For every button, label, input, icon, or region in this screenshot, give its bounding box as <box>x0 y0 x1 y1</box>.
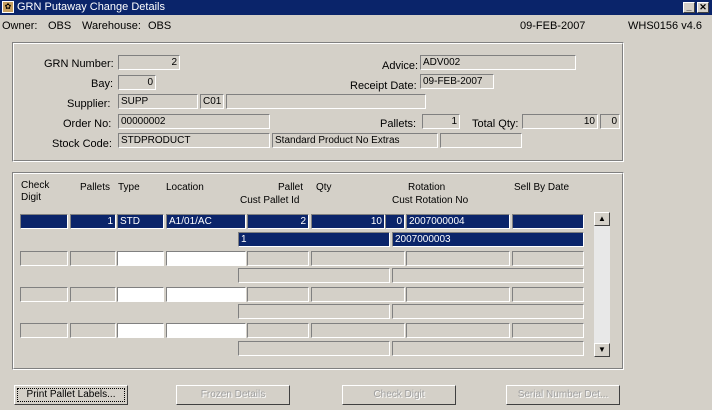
col-header-check-digit: Check Digit <box>21 180 50 203</box>
current-date: 09-FEB-2007 <box>520 20 586 32</box>
row1-qty[interactable]: 10 <box>311 214 385 229</box>
total-qty-field[interactable]: 10 <box>522 114 598 129</box>
receipt-date-label: Receipt Date: <box>350 80 417 92</box>
col-header-pallets: Pallets <box>80 182 111 193</box>
row3-cust-pallet[interactable] <box>238 304 390 319</box>
row1-cust-rotation[interactable]: 2007000003 <box>392 232 584 247</box>
warehouse-value: OBS <box>148 20 172 32</box>
bay-field[interactable]: 0 <box>118 75 156 90</box>
row3-cust-rotation[interactable] <box>392 304 584 319</box>
col-header-cust-rotation: Cust Rotation No <box>392 195 469 206</box>
row4-qty[interactable] <box>311 323 405 338</box>
pallets-field[interactable]: 1 <box>422 114 460 129</box>
stock-desc-field[interactable]: Standard Product No Extras <box>272 133 438 148</box>
col-header-location: Location <box>166 182 204 193</box>
col-header-sell-by: Sell By Date <box>514 182 570 193</box>
warehouse-label: Warehouse: <box>82 20 141 32</box>
bay-label: Bay: <box>91 78 114 90</box>
scroll-down-icon[interactable]: ▼ <box>594 343 610 357</box>
frozen-details-button[interactable]: Frozen Details <box>176 385 290 405</box>
row3-qty[interactable] <box>311 287 405 302</box>
minimize-button[interactable]: _ <box>683 2 695 13</box>
row4-pallet[interactable] <box>247 323 309 338</box>
advice-field[interactable]: ADV002 <box>420 55 576 70</box>
form-id: WHS0156 v4.6 <box>628 20 702 32</box>
col-header-cust-pallet: Cust Pallet Id <box>240 195 300 206</box>
row4-cust-pallet[interactable] <box>238 341 390 356</box>
total-qty-label: Total Qty: <box>472 118 519 130</box>
close-button[interactable]: ✕ <box>697 2 709 13</box>
row4-check-digit[interactable] <box>20 323 68 338</box>
app-icon: ✿ <box>2 1 14 13</box>
row4-location[interactable] <box>166 323 246 338</box>
scroll-up-icon[interactable]: ▲ <box>594 212 610 226</box>
col-header-rotation: Rotation <box>408 182 446 193</box>
row4-type[interactable] <box>117 323 164 338</box>
row2-cust-rotation[interactable] <box>392 268 584 283</box>
row1-location[interactable]: A1/01/AC <box>166 214 246 229</box>
row2-location[interactable] <box>166 251 246 266</box>
order-no-label: Order No: <box>63 118 112 130</box>
row2-pallets[interactable] <box>70 251 116 266</box>
stock-extra-field[interactable] <box>440 133 522 148</box>
row3-pallet[interactable] <box>247 287 309 302</box>
window-title: GRN Putaway Change Details <box>17 1 165 13</box>
total-qty-extra-field[interactable]: 0 <box>600 114 620 129</box>
row4-cust-rotation[interactable] <box>392 341 584 356</box>
row3-rotation[interactable] <box>406 287 510 302</box>
row3-sell-by[interactable] <box>512 287 584 302</box>
supplier-sub-field[interactable]: C01 <box>200 94 224 109</box>
row1-pallet[interactable]: 2 <box>247 214 309 229</box>
supplier-name-field[interactable] <box>226 94 426 109</box>
title-bar: ✿ GRN Putaway Change Details _ ✕ <box>0 0 712 15</box>
row1-type[interactable]: STD <box>117 214 164 229</box>
row1-check-digit[interactable] <box>20 214 68 229</box>
supplier-code-field[interactable]: SUPP <box>118 94 198 109</box>
order-no-field[interactable]: 00000002 <box>118 114 270 129</box>
row1-cust-pallet[interactable]: 1 <box>238 232 390 247</box>
row2-cust-pallet[interactable] <box>238 268 390 283</box>
row1-qty-extra[interactable]: 0 <box>385 214 405 229</box>
print-pallet-labels-button[interactable]: Print Pallet Labels... <box>14 385 128 405</box>
row2-qty[interactable] <box>311 251 405 266</box>
check-digit-button[interactable]: Check Digit <box>342 385 456 405</box>
serial-number-details-button[interactable]: Serial Number Det... <box>506 385 620 405</box>
row3-check-digit[interactable] <box>20 287 68 302</box>
row1-rotation[interactable]: 2007000004 <box>406 214 510 229</box>
col-header-qty: Qty <box>316 182 332 193</box>
owner-value: OBS <box>48 20 72 32</box>
owner-label: Owner: <box>2 20 38 32</box>
supplier-label: Supplier: <box>67 98 111 110</box>
row3-location[interactable] <box>166 287 246 302</box>
stock-code-label: Stock Code: <box>52 138 112 150</box>
stock-code-field[interactable]: STDPRODUCT <box>118 133 270 148</box>
row2-sell-by[interactable] <box>512 251 584 266</box>
row4-sell-by[interactable] <box>512 323 584 338</box>
col-header-type: Type <box>118 182 140 193</box>
row2-check-digit[interactable] <box>20 251 68 266</box>
col-header-pallet: Pallet <box>278 182 304 193</box>
row1-pallets[interactable]: 1 <box>70 214 116 229</box>
row2-type[interactable] <box>117 251 164 266</box>
row4-pallets[interactable] <box>70 323 116 338</box>
row2-pallet[interactable] <box>247 251 309 266</box>
row1-sell-by[interactable] <box>512 214 584 229</box>
row3-pallets[interactable] <box>70 287 116 302</box>
info-bar: Owner: OBS Warehouse: OBS 09-FEB-2007 WH… <box>0 17 712 33</box>
grid-scrollbar[interactable]: ▲ ▼ <box>594 212 610 357</box>
grn-number-label: GRN Number: <box>44 58 114 70</box>
advice-label: Advice: <box>382 60 419 72</box>
row3-type[interactable] <box>117 287 164 302</box>
grn-number-field[interactable]: 2 <box>118 55 180 70</box>
row4-rotation[interactable] <box>406 323 510 338</box>
pallets-label: Pallets: <box>380 118 417 130</box>
receipt-date-field[interactable]: 09-FEB-2007 <box>420 74 494 89</box>
row2-rotation[interactable] <box>406 251 510 266</box>
